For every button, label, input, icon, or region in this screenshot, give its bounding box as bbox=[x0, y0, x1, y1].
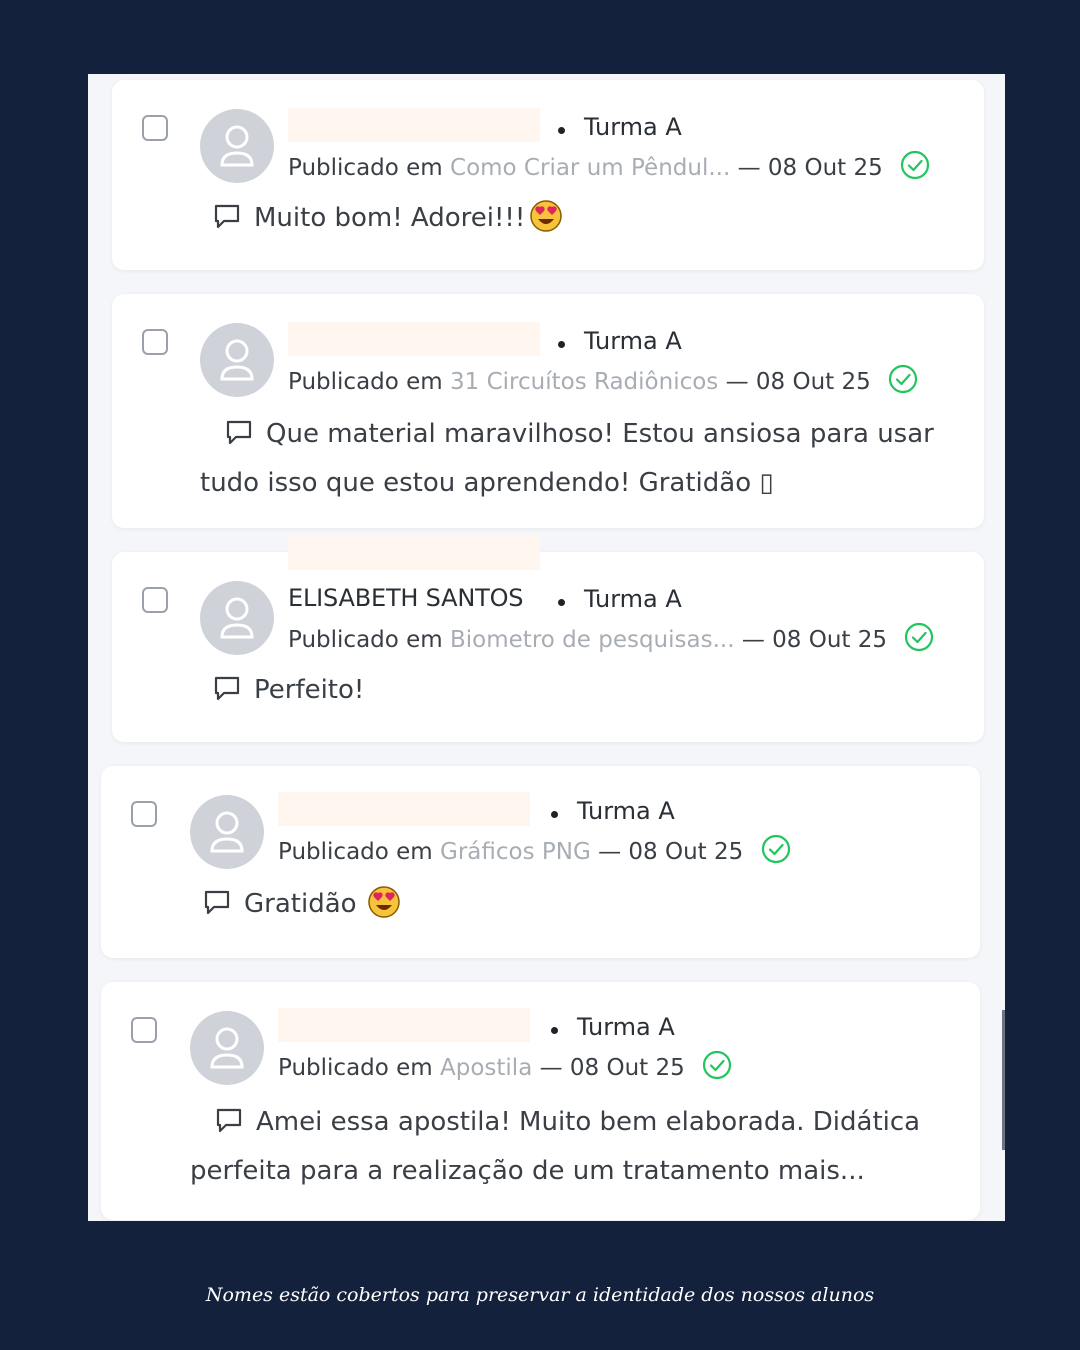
comment-card: Turma A Publicado em 31 Circuítos Radiôn… bbox=[112, 294, 984, 528]
publish-meta: Publicado em Gráficos PNG — 08 Out 25 bbox=[278, 834, 791, 870]
check-circle-icon bbox=[900, 150, 930, 186]
user-avatar-icon bbox=[200, 581, 274, 655]
separator-dot bbox=[558, 599, 565, 606]
separator-dot bbox=[551, 811, 558, 818]
group-label: Turma A bbox=[584, 113, 682, 141]
select-checkbox[interactable] bbox=[142, 115, 168, 141]
publish-date: — 08 Out 25 bbox=[741, 627, 888, 653]
user-avatar-icon bbox=[200, 109, 274, 183]
user-avatar-icon bbox=[200, 323, 274, 397]
name-mask bbox=[278, 792, 530, 826]
comment-text: Perfeito! bbox=[212, 668, 952, 717]
comment-text: Gratidão bbox=[202, 882, 942, 933]
name-mask bbox=[278, 1008, 530, 1042]
publish-date: — 08 Out 25 bbox=[539, 1055, 685, 1081]
comment-text: Amei essa apostila! Muito bem elaborada.… bbox=[190, 1105, 921, 1186]
select-checkbox[interactable] bbox=[131, 801, 157, 827]
separator-dot bbox=[558, 341, 565, 348]
select-checkbox[interactable] bbox=[142, 587, 168, 613]
student-name: ELISABETH SANTOS bbox=[288, 584, 524, 612]
publish-date: — 08 Out 25 bbox=[598, 839, 744, 865]
heart-eyes-emoji bbox=[529, 199, 563, 247]
select-checkbox[interactable] bbox=[142, 329, 168, 355]
group-label: Turma A bbox=[584, 327, 682, 355]
post-link[interactable]: Biometro de pesquisas... bbox=[450, 627, 735, 653]
post-link[interactable]: 31 Circuítos Radiônicos bbox=[450, 369, 718, 395]
scrollbar[interactable] bbox=[1002, 1010, 1005, 1150]
publish-meta: Publicado em 31 Circuítos Radiônicos — 0… bbox=[288, 364, 918, 400]
publish-meta: Publicado em Apostila — 08 Out 25 bbox=[278, 1050, 732, 1086]
comment-card: Turma A Publicado em Como Criar um Pêndu… bbox=[112, 80, 984, 270]
separator-dot bbox=[551, 1027, 558, 1034]
user-avatar-icon bbox=[190, 1011, 264, 1085]
speech-bubble-icon bbox=[212, 417, 254, 461]
speech-bubble-icon bbox=[212, 201, 242, 245]
comment-card: ELISABETH SANTOS Turma A Publicado em Bi… bbox=[112, 552, 984, 742]
check-circle-icon bbox=[904, 622, 934, 658]
check-circle-icon bbox=[761, 834, 791, 870]
post-link[interactable]: Como Criar um Pêndul... bbox=[450, 155, 730, 181]
publish-meta: Publicado em Como Criar um Pêndul... — 0… bbox=[288, 150, 930, 186]
group-label: Turma A bbox=[577, 797, 675, 825]
heart-eyes-emoji bbox=[367, 885, 401, 933]
comment-card: Turma A Publicado em Gráficos PNG — 08 O… bbox=[101, 766, 980, 958]
comment-text: Que material maravilhoso! Estou ansiosa … bbox=[200, 417, 934, 498]
caption: Nomes estão cobertos para preservar a id… bbox=[205, 1284, 875, 1306]
speech-bubble-icon bbox=[202, 1105, 244, 1149]
comments-panel: Turma A Publicado em Como Criar um Pêndu… bbox=[88, 74, 1005, 1221]
check-circle-icon bbox=[702, 1050, 732, 1086]
name-mask bbox=[288, 536, 540, 570]
publish-date: — 08 Out 25 bbox=[725, 369, 871, 395]
separator-dot bbox=[558, 127, 565, 134]
publish-meta: Publicado em Biometro de pesquisas... — … bbox=[288, 622, 934, 658]
speech-bubble-icon bbox=[212, 673, 242, 717]
select-checkbox[interactable] bbox=[131, 1017, 157, 1043]
post-link[interactable]: Apostila bbox=[440, 1055, 532, 1081]
publish-date: — 08 Out 25 bbox=[737, 155, 883, 181]
name-mask bbox=[288, 322, 540, 356]
comment-card: Turma A Publicado em Apostila — 08 Out 2… bbox=[101, 982, 980, 1220]
check-circle-icon bbox=[888, 364, 918, 400]
group-label: Turma A bbox=[577, 1013, 675, 1041]
group-label: Turma A bbox=[584, 585, 682, 613]
comment-text: Muito bom! Adorei!!! bbox=[212, 196, 952, 247]
speech-bubble-icon bbox=[202, 887, 232, 931]
user-avatar-icon bbox=[190, 795, 264, 869]
name-mask bbox=[288, 108, 540, 142]
post-link[interactable]: Gráficos PNG bbox=[440, 839, 591, 865]
